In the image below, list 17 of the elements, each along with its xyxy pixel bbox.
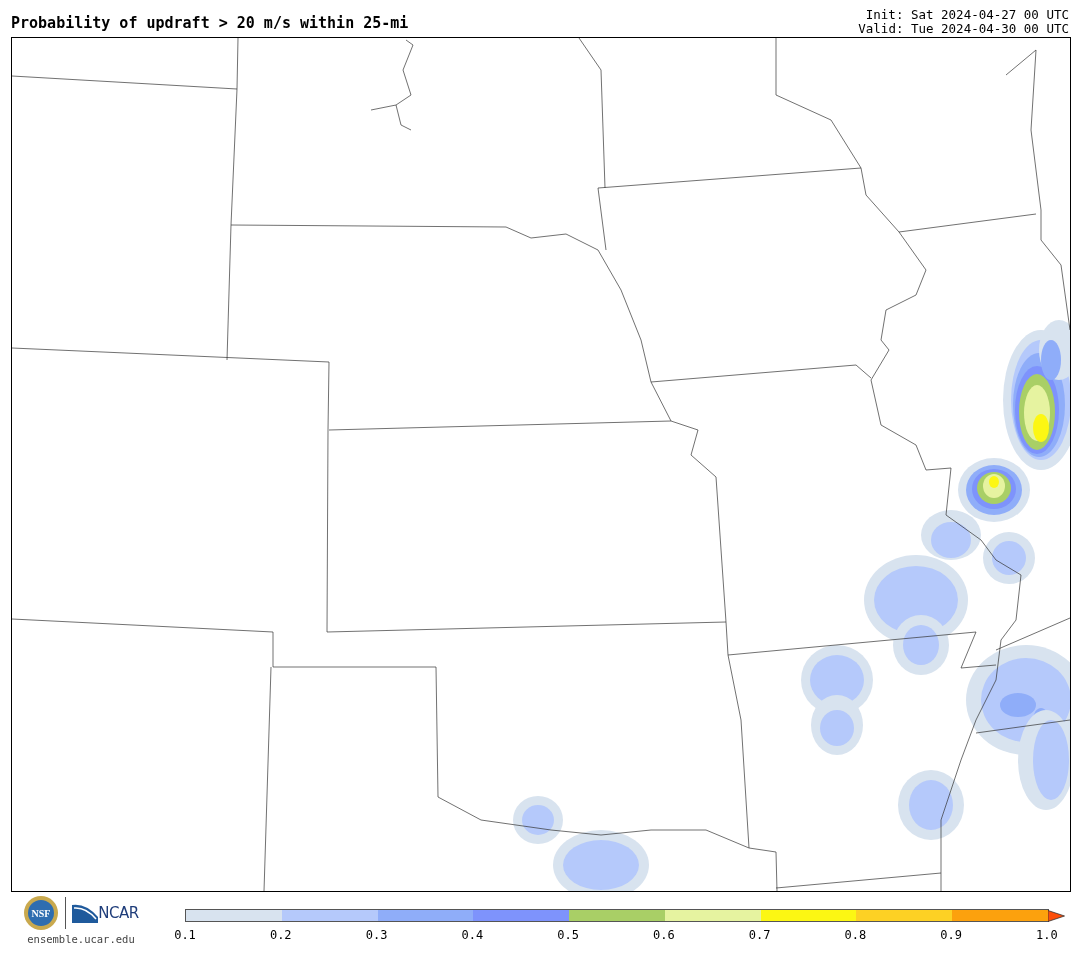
- colorbar-tick-label: 0.7: [747, 928, 772, 942]
- valid-time: Valid: Tue 2024-04-30 00 UTC: [858, 22, 1069, 36]
- website-url: ensemble.ucar.edu: [27, 933, 135, 945]
- ncar-logo-text: NCAR: [98, 904, 139, 922]
- chart-title: Probability of updraft > 20 m/s within 25-mi: [11, 14, 409, 34]
- colorbar-tick-label: 0.4: [460, 928, 485, 942]
- colorbar-tick-label: 0.9: [939, 928, 963, 942]
- colorbar-tick-label: 0.5: [556, 928, 580, 942]
- colorbar-tick-label: 0.8: [843, 928, 868, 942]
- colorbar-tick-label: 0.6: [652, 928, 676, 942]
- colorbar-tick-label: 1.0: [1035, 928, 1059, 942]
- init-time: Init: Sat 2024-04-27 00 UTC: [865, 8, 1069, 22]
- colorbar-tick-label: 0.3: [364, 928, 389, 942]
- nsf-logo: NSF: [23, 895, 60, 931]
- ncar-logo-icon: [72, 903, 99, 923]
- colorbar-tick-label: 0.1: [173, 928, 197, 942]
- colorbar-tick-label: 0.2: [268, 928, 293, 942]
